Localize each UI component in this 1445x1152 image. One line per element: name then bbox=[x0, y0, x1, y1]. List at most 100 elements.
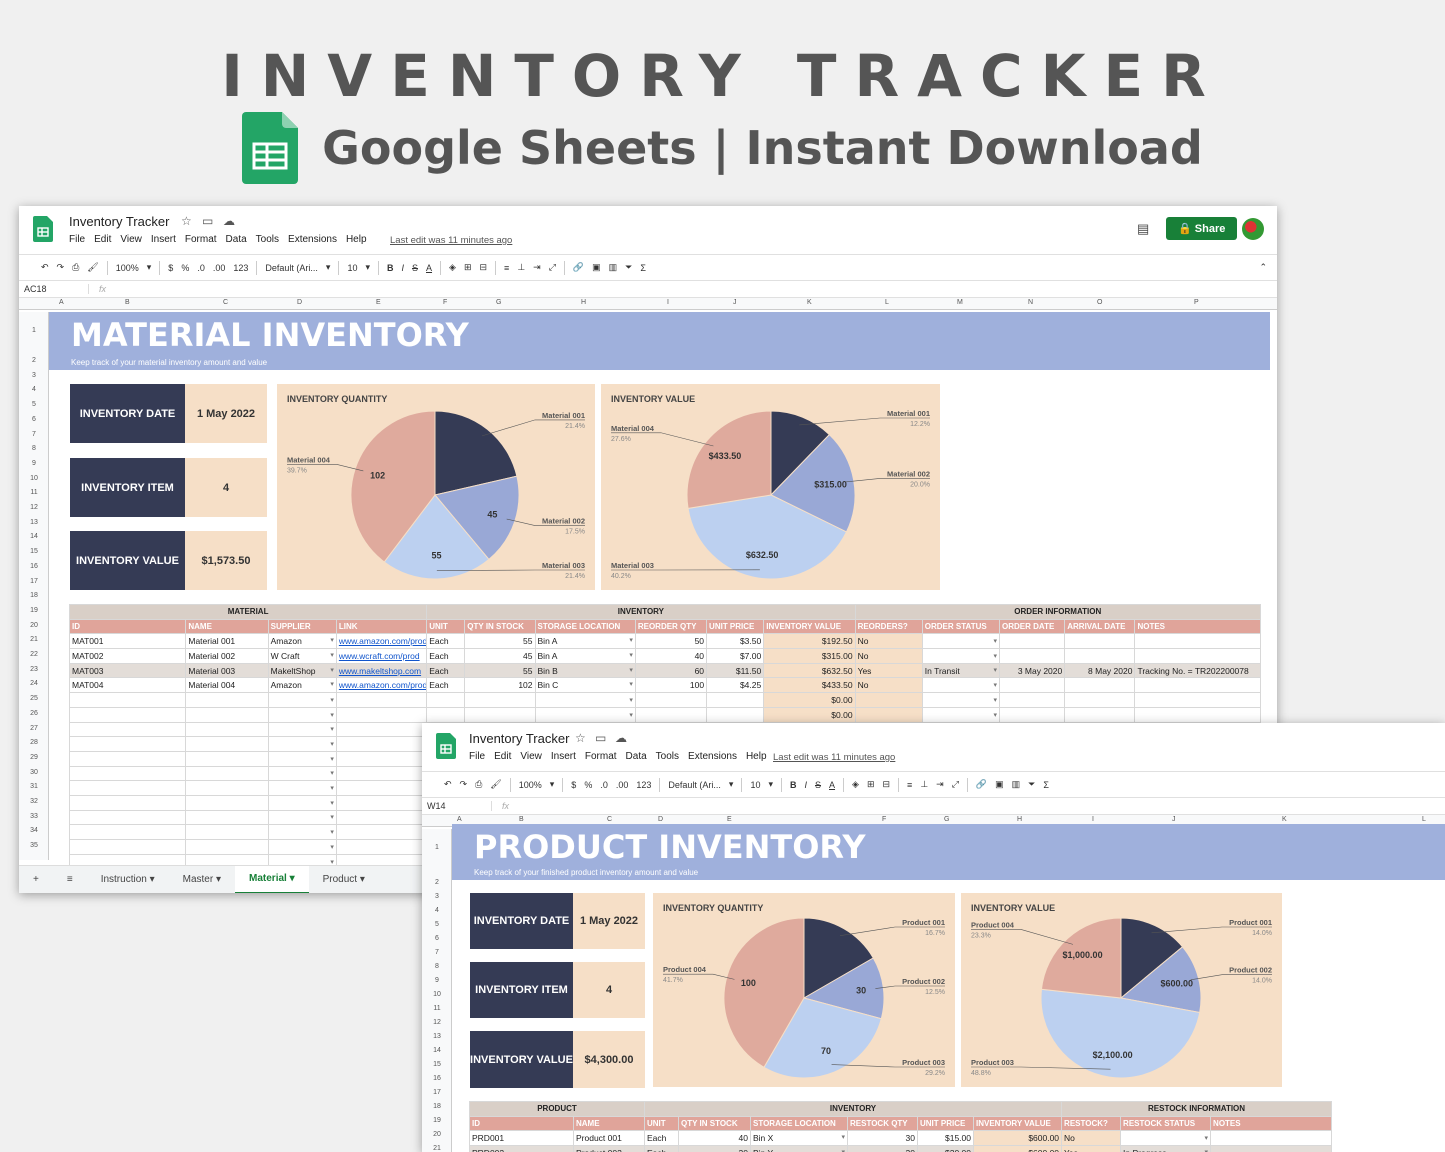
row-header[interactable]: 11 bbox=[19, 489, 49, 496]
table-cell[interactable] bbox=[1134, 677, 1261, 694]
add-sheet-icon[interactable]: + bbox=[19, 866, 53, 894]
print-icon[interactable]: ⎙ bbox=[475, 779, 482, 790]
star-icon[interactable]: ☆ bbox=[575, 731, 586, 745]
filter-icon[interactable]: ⏷ bbox=[1028, 779, 1035, 790]
table-cell[interactable]: Material 002 bbox=[185, 648, 269, 664]
table-cell[interactable] bbox=[854, 692, 923, 708]
last-edit-link[interactable]: Last edit was 11 minutes ago bbox=[390, 235, 512, 246]
table-cell[interactable]: Yes bbox=[854, 662, 923, 679]
row-header[interactable]: 1 bbox=[422, 844, 452, 851]
functions-icon[interactable]: Σ bbox=[1043, 780, 1049, 790]
text-rotate-icon[interactable]: ⤢ bbox=[549, 262, 556, 273]
column-header[interactable]: L bbox=[1422, 816, 1426, 823]
table-cell[interactable]: ▾ bbox=[534, 692, 636, 708]
table-header[interactable]: INVENTORY VALUE bbox=[972, 1115, 1063, 1132]
chevron-down-icon[interactable]: ▾ bbox=[330, 755, 334, 763]
column-header[interactable]: L bbox=[885, 299, 889, 306]
column-header[interactable]: G bbox=[944, 816, 949, 823]
decrease-decimal-button[interactable]: .0 bbox=[600, 780, 608, 790]
row-header[interactable]: 20 bbox=[19, 622, 49, 629]
chevron-down-icon[interactable]: ▾ bbox=[330, 636, 334, 644]
row-header[interactable]: 8 bbox=[19, 445, 49, 452]
table-cell[interactable] bbox=[1210, 1145, 1333, 1152]
table-row[interactable]: PRD002Product 002Each30Bin Y▾30$20.00$60… bbox=[469, 1145, 1333, 1152]
table-cell[interactable]: ▾ bbox=[267, 765, 337, 782]
table-cell[interactable] bbox=[335, 736, 428, 752]
table-cell[interactable]: ▾ bbox=[267, 736, 337, 752]
table-cell[interactable] bbox=[185, 780, 269, 796]
row-header[interactable]: 1 bbox=[19, 327, 49, 334]
row-header[interactable]: 24 bbox=[19, 680, 49, 687]
column-header[interactable]: A bbox=[457, 816, 462, 823]
table-header[interactable]: UNIT PRICE bbox=[917, 1115, 974, 1132]
table-cell[interactable]: Tracking No. = TR202200078 bbox=[1134, 662, 1261, 679]
column-header[interactable]: N bbox=[1028, 299, 1033, 306]
row-header[interactable]: 4 bbox=[422, 907, 452, 914]
row-header[interactable]: 4 bbox=[19, 386, 49, 393]
chevron-down-icon[interactable]: ▾ bbox=[330, 784, 334, 792]
table-cell[interactable]: $4.25 bbox=[706, 677, 765, 694]
menu-tools[interactable]: Tools bbox=[656, 751, 679, 762]
collapse-toolbar-icon[interactable]: ⌃ bbox=[1259, 262, 1267, 273]
chevron-down-icon[interactable]: ▾ bbox=[330, 651, 334, 659]
table-cell[interactable]: $15.00 bbox=[917, 1130, 974, 1147]
insert-link-icon[interactable]: 🔗 bbox=[573, 262, 584, 273]
font-select[interactable]: Default (Ari... bbox=[265, 263, 318, 273]
menu-extensions[interactable]: Extensions bbox=[688, 751, 737, 762]
row-header[interactable]: 7 bbox=[422, 949, 452, 956]
chevron-down-icon[interactable]: ▾ bbox=[550, 779, 555, 790]
table-header[interactable]: QTY IN STOCK bbox=[678, 1115, 751, 1132]
table-cell[interactable]: MAT003 bbox=[68, 662, 187, 679]
table-cell[interactable] bbox=[335, 721, 428, 738]
menu-file[interactable]: File bbox=[69, 234, 85, 245]
table-cell[interactable]: Yes bbox=[1061, 1145, 1122, 1152]
row-header[interactable]: 22 bbox=[19, 651, 49, 658]
chevron-down-icon[interactable]: ▾ bbox=[365, 262, 370, 273]
menu-extensions[interactable]: Extensions bbox=[288, 234, 337, 245]
more-formats-button[interactable]: 123 bbox=[233, 263, 248, 273]
star-icon[interactable]: ☆ bbox=[181, 214, 192, 228]
table-header[interactable]: ARRIVAL DATE bbox=[1064, 618, 1136, 635]
table-cell[interactable] bbox=[1064, 677, 1136, 694]
table-cell[interactable] bbox=[68, 706, 187, 723]
table-cell[interactable]: ▾ bbox=[267, 706, 337, 723]
table-cell[interactable] bbox=[185, 692, 269, 708]
percent-format-button[interactable]: % bbox=[584, 780, 592, 790]
table-cell[interactable] bbox=[185, 839, 269, 855]
row-header[interactable]: 5 bbox=[422, 921, 452, 928]
table-cell[interactable]: Material 004 bbox=[185, 677, 269, 694]
table-cell[interactable] bbox=[335, 824, 428, 840]
row-header[interactable]: 6 bbox=[19, 416, 49, 423]
all-sheets-icon[interactable]: ≡ bbox=[53, 866, 87, 894]
column-header[interactable]: K bbox=[807, 299, 812, 306]
row-header[interactable]: 13 bbox=[422, 1033, 452, 1040]
table-header[interactable]: NAME bbox=[573, 1115, 645, 1132]
table-cell[interactable]: Bin A ▾ bbox=[534, 648, 636, 664]
table-header[interactable]: STORAGE LOCATION bbox=[534, 618, 636, 635]
column-header[interactable]: M bbox=[957, 299, 963, 306]
table-cell[interactable] bbox=[185, 750, 269, 767]
paint-format-icon[interactable]: 🖌 bbox=[490, 779, 501, 790]
table-cell[interactable]: No bbox=[854, 648, 923, 664]
column-header[interactable]: E bbox=[376, 299, 381, 306]
table-cell[interactable]: 40 bbox=[634, 648, 708, 664]
row-header[interactable]: 13 bbox=[19, 519, 49, 526]
column-header[interactable]: I bbox=[667, 299, 669, 306]
table-cell[interactable]: ▾ bbox=[267, 839, 337, 855]
chevron-down-icon[interactable]: ▾ bbox=[629, 636, 633, 644]
menu-help[interactable]: Help bbox=[346, 234, 367, 245]
chevron-down-icon[interactable]: ▾ bbox=[629, 696, 633, 704]
row-header[interactable]: 7 bbox=[19, 431, 49, 438]
align-horizontal-icon[interactable]: ≡ bbox=[504, 263, 509, 273]
table-cell[interactable] bbox=[68, 692, 187, 708]
bold-icon[interactable]: B bbox=[387, 263, 394, 273]
table-cell[interactable]: $3.50 bbox=[706, 633, 765, 650]
row-header[interactable]: 5 bbox=[19, 401, 49, 408]
table-cell[interactable]: ▾ bbox=[267, 692, 337, 708]
table-cell[interactable]: Each bbox=[644, 1145, 679, 1152]
table-header[interactable]: SUPPLIER bbox=[267, 618, 337, 635]
table-cell[interactable]: W Craft ▾ bbox=[267, 648, 337, 664]
align-vertical-icon[interactable]: ⊥ bbox=[920, 779, 928, 790]
column-header[interactable]: B bbox=[519, 816, 524, 823]
chevron-down-icon[interactable]: ▾ bbox=[729, 779, 734, 790]
